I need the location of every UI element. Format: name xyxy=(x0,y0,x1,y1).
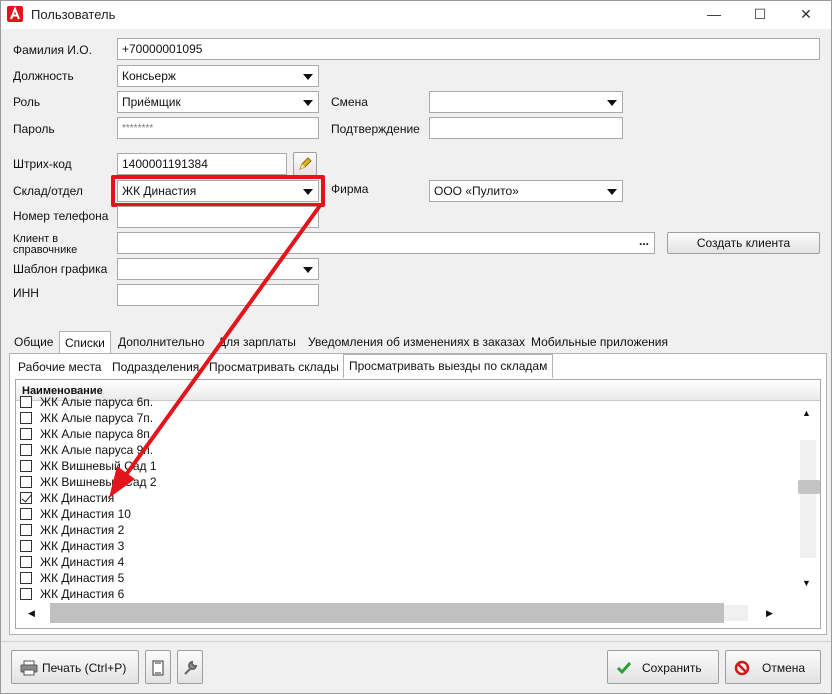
settings-button[interactable] xyxy=(177,650,203,684)
document-button[interactable] xyxy=(145,650,171,684)
user-dialog-window: Пользователь — ☐ ✕ Фамилия И.О. +7000000… xyxy=(0,0,832,694)
save-button-label: Сохранить xyxy=(642,661,702,675)
wrench-icon xyxy=(184,660,198,675)
printer-icon xyxy=(20,660,38,676)
annotation-arrow xyxy=(109,205,321,498)
document-icon xyxy=(152,660,164,676)
print-button-label: Печать (Ctrl+P) xyxy=(42,661,127,675)
save-button[interactable]: Сохранить xyxy=(607,650,719,684)
cancel-button[interactable]: Отмена xyxy=(725,650,821,684)
cancel-button-label: Отмена xyxy=(762,661,806,675)
cancel-icon xyxy=(734,660,750,676)
check-icon xyxy=(616,662,632,675)
print-button[interactable]: Печать (Ctrl+P) xyxy=(11,650,139,684)
footer-bar: Печать (Ctrl+P) Сохранить Отмена xyxy=(1,641,831,693)
